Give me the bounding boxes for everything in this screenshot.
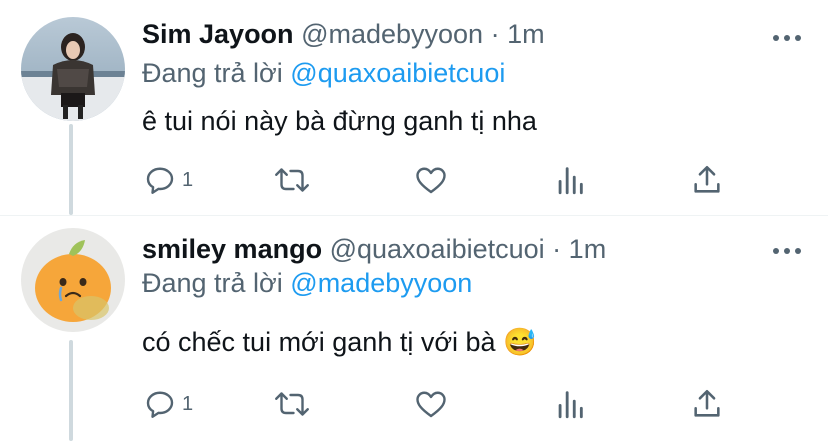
separator: ·: [552, 234, 562, 264]
separator: ·: [490, 19, 500, 49]
reply-button[interactable]: 1: [142, 160, 193, 200]
avatar[interactable]: [21, 228, 125, 332]
replying-to-label: Đang trả lời: [142, 58, 283, 88]
author-name[interactable]: smiley mango: [142, 234, 322, 264]
timestamp[interactable]: 1m: [507, 19, 545, 49]
reply-icon: [142, 162, 178, 198]
mention-link[interactable]: @madebyyoon: [290, 268, 472, 298]
author-name[interactable]: Sim Jayoon: [142, 19, 294, 49]
retweet-button[interactable]: [272, 160, 312, 200]
retweet-icon: [272, 386, 312, 422]
share-icon: [690, 386, 724, 422]
like-button[interactable]: [413, 384, 449, 424]
share-button[interactable]: [690, 160, 724, 200]
more-icon[interactable]: [772, 243, 802, 254]
tweet-1[interactable]: Sim Jayoon @madebyyoon · 1m Đang trả lời…: [0, 0, 828, 215]
action-bar: 1: [0, 160, 828, 200]
tweet-header: smiley mango @quaxoaibietcuoi · 1m: [142, 234, 606, 265]
replying-to-label: Đang trả lời: [142, 268, 283, 298]
more-icon[interactable]: [772, 30, 802, 41]
reply-count: 1: [182, 392, 194, 415]
heart-icon: [413, 386, 449, 422]
heart-icon: [413, 162, 449, 198]
analytics-button[interactable]: [553, 384, 587, 424]
retweet-icon: [272, 162, 312, 198]
reply-count: 1: [182, 168, 194, 191]
retweet-button[interactable]: [272, 384, 312, 424]
author-handle[interactable]: @quaxoaibietcuoi: [330, 234, 545, 264]
share-icon: [690, 162, 724, 198]
replying-to: Đang trả lời @quaxoaibietcuoi: [142, 58, 505, 89]
author-handle[interactable]: @madebyyoon: [301, 19, 483, 49]
tweet-text: ê tui nói này bà đừng ganh tị nha: [142, 106, 537, 136]
share-button[interactable]: [690, 384, 724, 424]
like-button[interactable]: [413, 160, 449, 200]
replying-to: Đang trả lời @madebyyoon: [142, 268, 472, 299]
analytics-icon: [553, 386, 587, 422]
reply-icon: [142, 386, 178, 422]
analytics-button[interactable]: [553, 160, 587, 200]
analytics-icon: [553, 162, 587, 198]
reply-button[interactable]: 1: [142, 384, 193, 424]
mention-link[interactable]: @quaxoaibietcuoi: [290, 58, 505, 88]
tweet-header: Sim Jayoon @madebyyoon · 1m: [142, 19, 545, 50]
avatar[interactable]: [21, 17, 125, 121]
action-bar: 1: [0, 384, 828, 424]
tweet-2[interactable]: smiley mango @quaxoaibietcuoi · 1m Đang …: [0, 215, 828, 441]
timestamp[interactable]: 1m: [569, 234, 607, 264]
tweet-text: có chếc tui mới ganh tị với bà 😅: [142, 327, 537, 357]
